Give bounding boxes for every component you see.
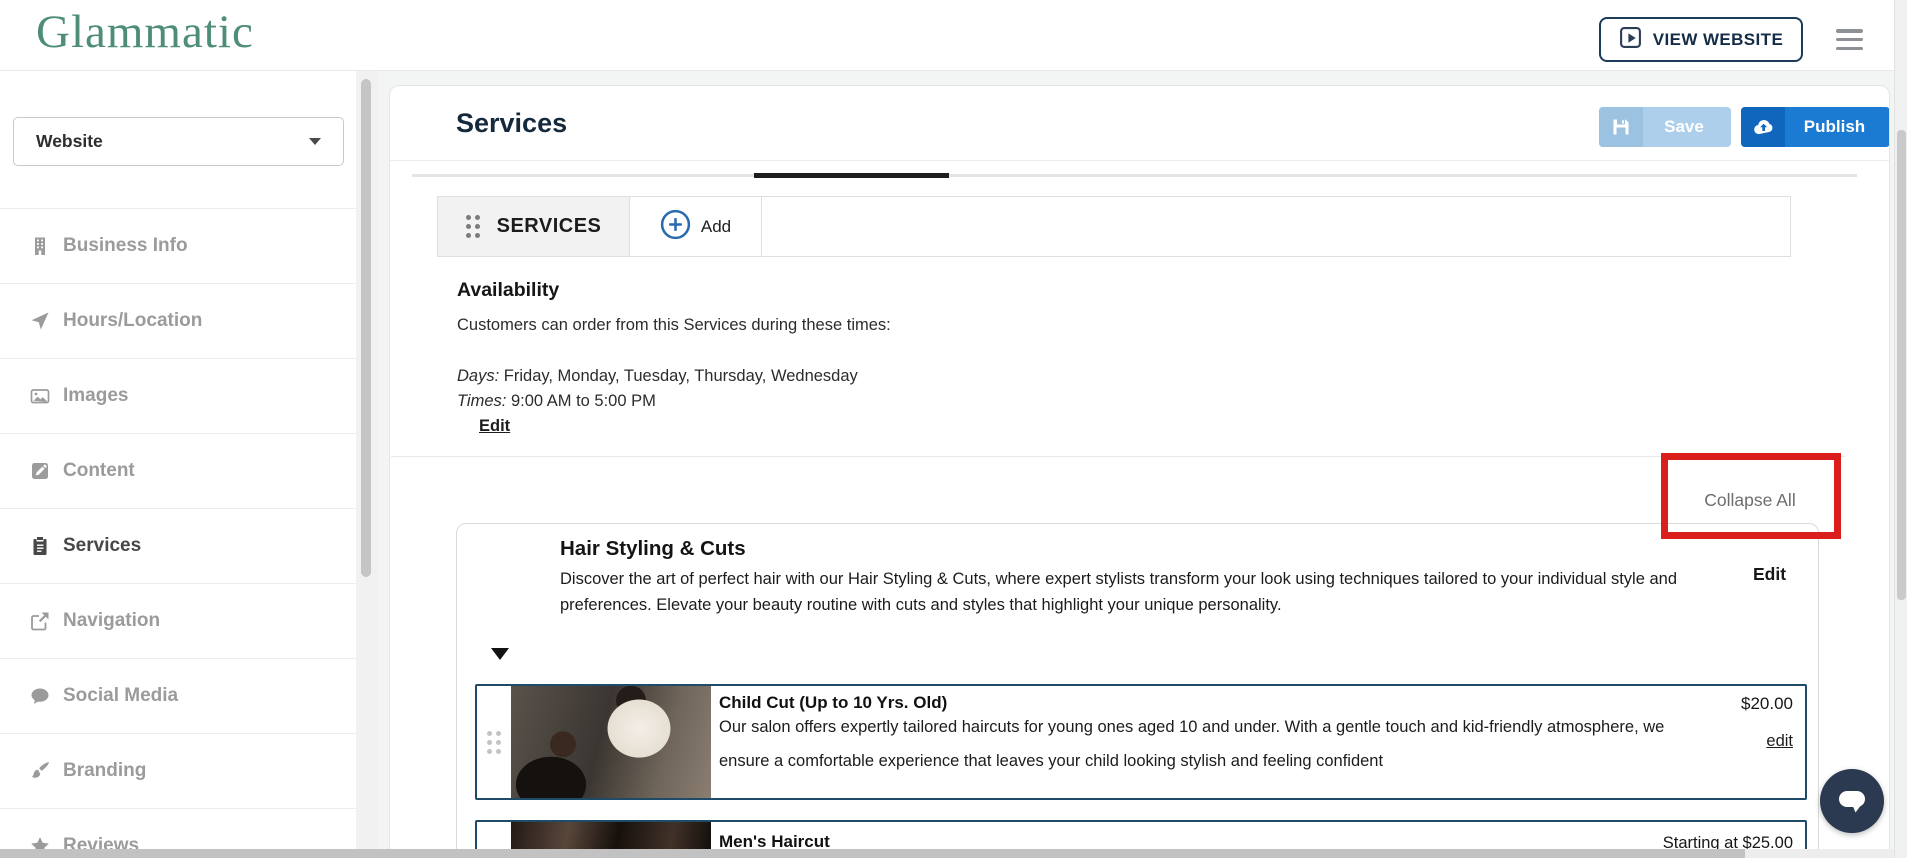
menu-icon[interactable] xyxy=(1836,29,1863,50)
service-photo xyxy=(511,686,711,798)
service-edit-link[interactable]: edit xyxy=(1766,732,1793,751)
page-vertical-scrollbar[interactable] xyxy=(1894,0,1907,858)
drag-handle-icon[interactable] xyxy=(465,215,480,238)
section-tab-row: SERVICES Add xyxy=(437,196,1791,257)
comment-icon xyxy=(31,688,49,704)
sidebar-item-services[interactable]: Services xyxy=(0,508,356,583)
days-label: Days: xyxy=(457,367,500,385)
chat-bubble-icon xyxy=(1839,791,1865,813)
add-section-button[interactable]: Add xyxy=(630,197,762,256)
availability-intro: Customers can order from this Services d… xyxy=(457,316,891,334)
sidebar-item-hours-location[interactable]: Hours/Location xyxy=(0,283,356,358)
location-arrow-icon xyxy=(31,312,49,330)
page-title: Services xyxy=(456,108,568,138)
chevron-down-icon xyxy=(309,138,321,145)
availability-title: Availability xyxy=(457,279,560,301)
play-square-icon xyxy=(1619,26,1642,54)
edit-square-icon xyxy=(32,463,48,479)
drag-handle-icon[interactable] xyxy=(477,686,511,798)
top-bar: Glammatic VIEW WEBSITE xyxy=(0,0,1907,71)
availability-times: Times: 9:00 AM to 5:00 PM xyxy=(457,392,656,411)
header-divider xyxy=(390,160,1889,161)
external-link-icon xyxy=(31,612,49,631)
service-description: Our salon offers expertly tailored hairc… xyxy=(719,718,1665,770)
site-selector-dropdown[interactable]: Website xyxy=(13,117,344,166)
paint-brush-icon xyxy=(32,762,49,778)
tab-services-label: SERVICES xyxy=(496,215,602,237)
save-button[interactable]: Save xyxy=(1599,107,1731,147)
site-selector-value: Website xyxy=(36,131,103,151)
service-price: $20.00 xyxy=(1741,694,1793,713)
section-divider xyxy=(391,456,1845,457)
category-edit-button[interactable]: Edit xyxy=(1753,564,1786,585)
sidebar-item-label: Navigation xyxy=(63,610,161,631)
sidebar-item-images[interactable]: Images xyxy=(0,358,356,433)
availability-days: Days: Friday, Monday, Tuesday, Thursday,… xyxy=(457,367,858,386)
collapse-caret-icon[interactable] xyxy=(491,648,509,660)
tab-services[interactable]: SERVICES xyxy=(438,197,630,256)
app-window: Glammatic VIEW WEBSITE Website Business … xyxy=(0,0,1907,858)
images-icon xyxy=(30,389,50,404)
sidebar: Website Business Info Hours/Location Ima… xyxy=(0,71,356,858)
floppy-disk-icon xyxy=(1599,107,1643,147)
page-vertical-scrollbar-thumb[interactable] xyxy=(1897,130,1906,600)
availability-edit-link[interactable]: Edit xyxy=(479,417,510,436)
brand-logo: Glammatic xyxy=(36,6,254,58)
sidebar-item-social-media[interactable]: Social Media xyxy=(0,658,356,733)
sidebar-item-label: Images xyxy=(63,385,129,406)
sidebar-item-label: Social Media xyxy=(63,685,179,706)
sidebar-item-content[interactable]: Content xyxy=(0,433,356,508)
plus-circle-icon xyxy=(660,209,691,245)
annotation-highlight-box xyxy=(1661,453,1841,539)
sidebar-item-label: Content xyxy=(63,460,135,481)
building-icon xyxy=(35,237,45,255)
sidebar-item-label: Business Info xyxy=(63,235,188,256)
times-label: Times: xyxy=(457,392,507,410)
view-website-label: VIEW WEBSITE xyxy=(1652,29,1784,49)
publish-button[interactable]: Publish xyxy=(1741,107,1889,147)
page-horizontal-scrollbar[interactable] xyxy=(0,849,1894,858)
category-title: Hair Styling & Cuts xyxy=(560,537,746,560)
cloud-upload-icon xyxy=(1741,107,1785,147)
sidebar-item-label: Branding xyxy=(63,760,147,781)
service-row-child-cut: Child Cut (Up to 10 Yrs. Old) Our salon … xyxy=(475,684,1807,800)
content-horizontal-scrollbar-thumb[interactable] xyxy=(754,173,949,178)
sidebar-item-label: Hours/Location xyxy=(63,310,203,331)
category-description: Discover the art of perfect hair with ou… xyxy=(560,570,1678,614)
sidebar-item-business-info[interactable]: Business Info xyxy=(0,208,356,283)
service-row-body: Child Cut (Up to 10 Yrs. Old) Our salon … xyxy=(711,686,1805,798)
view-website-button[interactable]: VIEW WEBSITE xyxy=(1599,17,1803,62)
sidebar-scrollbar[interactable] xyxy=(356,71,378,858)
sidebar-nav: Business Info Hours/Location Images Cont… xyxy=(0,208,356,858)
add-label: Add xyxy=(700,216,732,236)
page-horizontal-scrollbar-thumb[interactable] xyxy=(0,849,1745,858)
days-value: Friday, Monday, Tuesday, Thursday, Wedne… xyxy=(499,367,858,385)
sidebar-scrollbar-thumb[interactable] xyxy=(361,79,371,577)
times-value: 9:00 AM to 5:00 PM xyxy=(506,392,656,410)
publish-label: Publish xyxy=(1803,117,1866,136)
sidebar-item-navigation[interactable]: Navigation xyxy=(0,583,356,658)
save-label: Save xyxy=(1664,117,1704,136)
chat-widget-button[interactable] xyxy=(1820,769,1884,833)
sidebar-item-branding[interactable]: Branding xyxy=(0,733,356,808)
content-horizontal-scrollbar[interactable] xyxy=(412,174,1857,177)
sidebar-item-label: Services xyxy=(63,535,142,556)
category-card-hair-styling: Hair Styling & Cuts Discover the art of … xyxy=(456,523,1819,857)
clipboard-icon xyxy=(33,537,47,555)
